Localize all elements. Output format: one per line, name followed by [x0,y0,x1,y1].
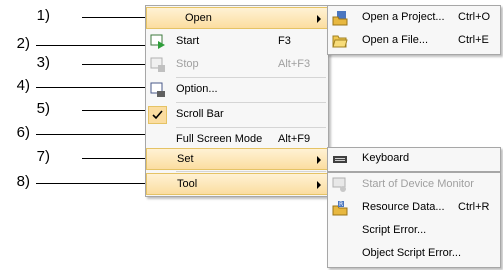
menu-item-open-project-shortcut: Ctrl+O [458,11,491,23]
main-menu: Open Start F3 Stop Alt+F3 Option... Scro… [145,5,329,197]
menu-item-resource-data-label: Resource Data... [362,201,445,213]
callout-3: 3) [36,54,50,71]
leader-line-2 [36,45,146,46]
menu-item-tool[interactable]: Tool [146,173,328,195]
menu-item-start-label: Start [176,35,200,47]
menu-item-start[interactable]: Start F3 [146,31,328,53]
menu-item-keyboard[interactable]: Keyboard [328,148,500,170]
menu-item-open-file-label: Open a File... [362,34,429,46]
callout-8: 8) [16,173,30,190]
resource-data-icon: R [332,201,348,216]
menu-item-device-monitor-label: Start of Device Monitor [362,178,474,190]
open-submenu: Open a Project... Ctrl+O Open a File... … [327,5,501,55]
submenu-arrow-icon [317,15,321,23]
tool-submenu: Start of Device Monitor R Resource Data.… [327,172,501,268]
menu-item-script-error[interactable]: Script Error... [328,220,500,242]
separator [176,171,326,172]
menu-item-set[interactable]: Set [146,148,328,170]
start-play-icon [150,34,165,49]
menu-item-script-error-label: Script Error... [362,224,427,236]
separator [176,77,326,78]
menu-item-stop[interactable]: Stop Alt+F3 [146,54,328,76]
open-project-icon [332,11,348,26]
leader-line-6 [36,134,146,135]
open-folder-icon [332,35,348,48]
callout-1: 1) [36,7,50,24]
menu-item-resource-data[interactable]: R Resource Data... Ctrl+R [328,197,500,219]
menu-item-keyboard-label: Keyboard [362,152,410,164]
set-submenu: Keyboard [327,147,501,172]
menu-item-open[interactable]: Open [146,7,328,29]
menu-item-stop-shortcut: Alt+F3 [278,58,311,70]
keyboard-icon [333,156,347,163]
svg-text:R: R [339,201,343,208]
menu-item-open-project[interactable]: Open a Project... Ctrl+O [328,7,500,29]
separator [176,102,326,103]
menu-item-full-screen-label: Full Screen Mode [176,133,263,145]
callout-2: 2) [16,35,30,52]
menu-item-start-shortcut: F3 [278,35,291,47]
leader-line-3 [82,64,146,65]
callout-7: 7) [36,148,50,165]
callout-4: 4) [16,77,30,94]
menu-item-open-label: Open [185,12,212,24]
menu-item-full-screen-shortcut: Alt+F9 [278,133,311,145]
menu-item-open-file-shortcut: Ctrl+E [458,34,489,46]
menu-item-object-script-error[interactable]: Object Script Error... [328,243,500,265]
submenu-arrow-icon [317,156,321,164]
callout-6: 6) [16,124,30,141]
menu-item-object-script-error-label: Object Script Error... [362,247,462,259]
menu-item-open-project-label: Open a Project... [362,11,445,23]
stop-icon [150,57,165,72]
menu-item-tool-label: Tool [177,178,198,190]
callout-5: 5) [36,100,50,117]
device-monitor-icon [332,177,346,192]
submenu-arrow-icon [317,181,321,189]
separator [176,127,326,128]
leader-line-5 [82,110,146,111]
leader-line-1 [82,17,146,18]
menu-item-device-monitor[interactable]: Start of Device Monitor [328,174,500,196]
menu-item-stop-label: Stop [176,58,199,70]
leader-line-8 [36,183,146,184]
menu-item-resource-data-shortcut: Ctrl+R [458,201,490,213]
menu-item-option-label: Option... [176,83,218,95]
menu-item-scroll-bar[interactable]: Scroll Bar [146,104,328,126]
menu-item-option[interactable]: Option... [146,79,328,101]
option-settings-icon [150,82,165,97]
leader-line-4 [36,87,146,88]
checkmark-icon [148,106,167,124]
leader-line-7 [82,158,146,159]
menu-item-scroll-bar-label: Scroll Bar [176,108,224,120]
menu-item-open-file[interactable]: Open a File... Ctrl+E [328,30,500,52]
menu-item-set-label: Set [177,153,194,165]
